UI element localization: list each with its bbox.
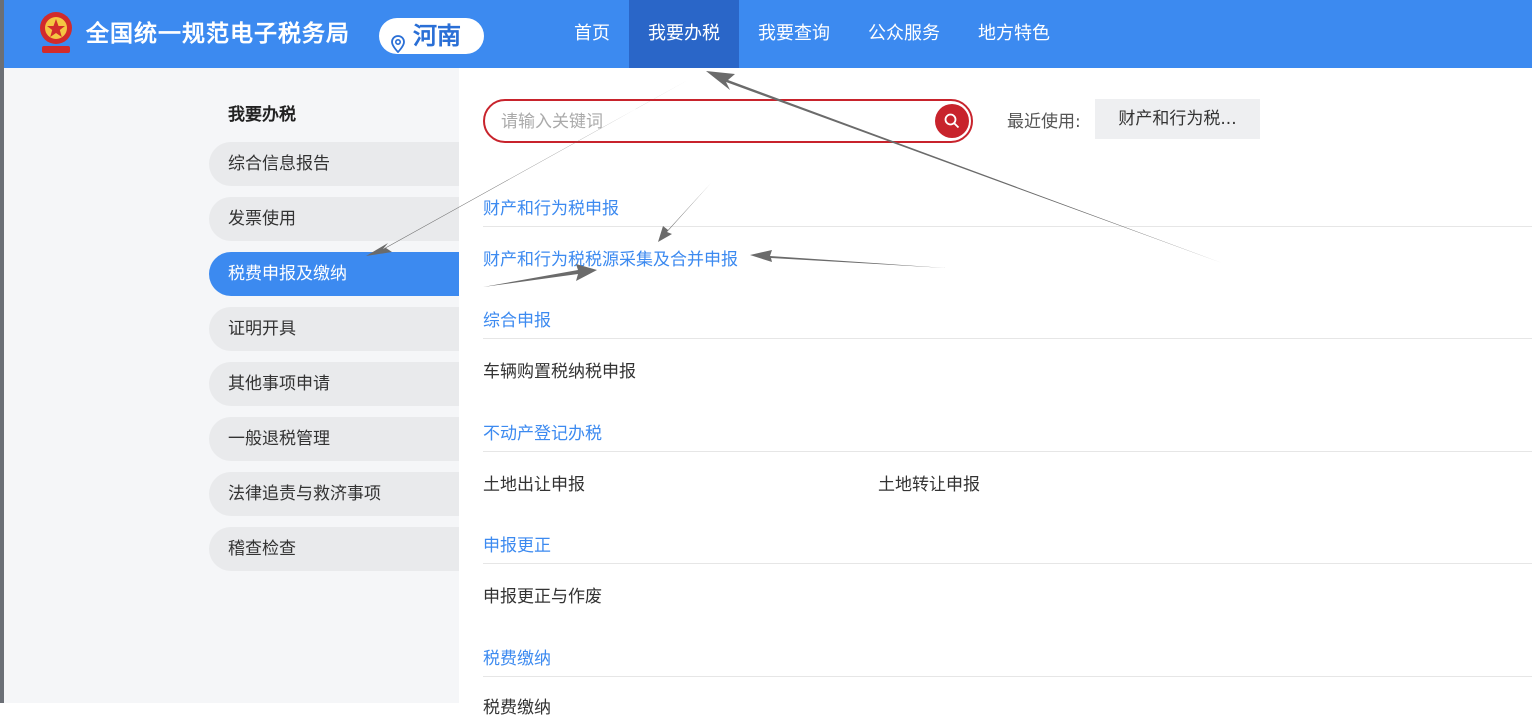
sidebar-item-declare-pay[interactable]: 税费申报及缴纳 [209, 252, 459, 296]
region-selector[interactable]: 河南 [379, 18, 484, 54]
section-title-real-estate[interactable]: 不动产登记办税 [483, 419, 602, 444]
sidebar-item-certificate[interactable]: 证明开具 [209, 307, 459, 351]
recent-chip[interactable]: 财产和行为税... [1095, 99, 1260, 139]
tax-emblem-icon[interactable] [34, 8, 78, 58]
nav-local-features[interactable]: 地方特色 [959, 0, 1069, 68]
search-box [483, 99, 973, 143]
section-title-property-tax[interactable]: 财产和行为税申报 [483, 194, 619, 219]
sidebar-item-inspection[interactable]: 稽查检查 [209, 527, 459, 571]
nav-home[interactable]: 首页 [556, 0, 628, 68]
region-label: 河南 [413, 22, 461, 50]
search-icon [944, 113, 960, 129]
item-land-transfer[interactable]: 土地转让申报 [878, 470, 980, 495]
section-divider [483, 676, 1532, 677]
section-divider [483, 226, 1532, 227]
sidebar-item-info-report[interactable]: 综合信息报告 [209, 142, 459, 186]
sidebar-item-other-apply[interactable]: 其他事项申请 [209, 362, 459, 406]
site-title[interactable]: 全国统一规范电子税务局 [86, 0, 350, 68]
sidebar-title: 我要办税 [228, 105, 296, 125]
recent-label: 最近使用: [1007, 112, 1081, 132]
item-land-grant[interactable]: 土地出让申报 [483, 470, 585, 495]
top-header: 全国统一规范电子税务局 河南 首页 我要办税 我要查询 公众服务 地方特色 [4, 0, 1532, 68]
sidebar-item-refund[interactable]: 一般退税管理 [209, 417, 459, 461]
section-divider [483, 338, 1532, 339]
nav-public-service[interactable]: 公众服务 [849, 0, 959, 68]
item-tax-payment[interactable]: 税费缴纳 [483, 693, 551, 718]
arrow-to-item-right [750, 250, 946, 268]
nav-handle-tax[interactable]: 我要办税 [629, 0, 739, 68]
section-title-correction[interactable]: 申报更正 [483, 531, 551, 556]
search-input[interactable] [499, 109, 923, 135]
section-title-comprehensive[interactable]: 综合申报 [483, 306, 551, 331]
sidebar-item-invoice[interactable]: 发票使用 [209, 197, 459, 241]
item-property-tax-collection[interactable]: 财产和行为税税源采集及合并申报 [483, 245, 738, 270]
section-divider [483, 451, 1532, 452]
search-button[interactable] [935, 104, 969, 138]
arrow-to-item-top [658, 183, 711, 242]
nav-query[interactable]: 我要查询 [739, 0, 849, 68]
sidebar-item-legal[interactable]: 法律追责与救济事项 [209, 472, 459, 516]
location-pin-icon [391, 27, 405, 54]
page: 全国统一规范电子税务局 河南 首页 我要办税 我要查询 公众服务 地方特色 我要… [0, 0, 1532, 718]
item-vehicle-tax[interactable]: 车辆购置税纳税申报 [483, 357, 636, 382]
section-divider [483, 563, 1532, 564]
item-correction-void[interactable]: 申报更正与作废 [483, 582, 602, 607]
section-title-payment[interactable]: 税费缴纳 [483, 644, 551, 669]
